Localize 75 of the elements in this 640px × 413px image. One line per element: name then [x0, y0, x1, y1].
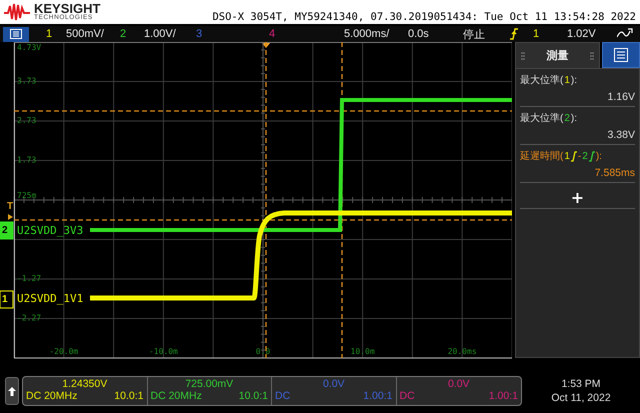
axis-label: 4.73V — [17, 43, 42, 52]
channel-coupling: DC — [400, 390, 415, 402]
axis-label: 2.73 — [17, 116, 36, 125]
axis-label: -20.0m — [49, 347, 78, 356]
measurement-label: ): — [570, 112, 578, 124]
measurement-label: ): — [570, 74, 578, 86]
cursor-line[interactable] — [265, 42, 267, 358]
channel-coupling: DC 20MHz — [26, 390, 78, 402]
channel-coupling: DC — [275, 390, 290, 402]
channel-info-panel[interactable]: 725.00mV DC 20MHz 10.0:1 — [148, 377, 272, 405]
axis-label: 725m — [17, 191, 36, 200]
axis-label: 3.73 — [17, 76, 36, 86]
menu-icon — [614, 48, 628, 62]
vertical-scale[interactable]: 500mV/ — [66, 28, 104, 40]
axis-label: 10.0m — [350, 347, 375, 356]
axis-label: 20.0ms — [448, 347, 477, 356]
instrument-title: DSO-X 3054T, MY59241340, 07.30.2019051434: Tue Oct 11 13:54:28 2022 — [212, 11, 636, 24]
channel-number: 2 — [582, 150, 588, 162]
expand-button[interactable] — [5, 377, 19, 405]
panel-title: 測量 — [546, 48, 568, 63]
probe-ratio: 1.00:1 — [363, 390, 392, 402]
channel-number: 1 — [564, 74, 570, 86]
channel-offset: 0.0V — [322, 378, 345, 390]
measurement-label: ): — [596, 150, 602, 162]
measurement-value: 7.585ms — [594, 167, 635, 179]
brand-name: KEYSIGHT — [34, 2, 100, 16]
wave-logo-icon — [4, 3, 30, 21]
axis-label: -2.27 — [17, 314, 42, 322]
trace-label: U2SVDD_1V1 — [17, 292, 84, 305]
measurement-value: 1.16V — [608, 91, 635, 103]
axis-label: -10.0m — [148, 347, 178, 356]
channel-number[interactable]: 1 — [46, 28, 52, 40]
channel-offset: 0.0V — [448, 378, 470, 390]
grip-icon — [590, 52, 594, 60]
up-arrow-icon — [8, 386, 16, 396]
menu-button[interactable] — [602, 42, 640, 68]
trigger-source[interactable]: 1 — [533, 28, 540, 40]
channel-marker[interactable]: 1 — [0, 290, 14, 308]
waveform-icon[interactable] — [617, 28, 633, 40]
run-status[interactable]: 停止 — [463, 26, 485, 42]
channel-coupling: DC 20MHz — [150, 390, 202, 402]
measurement-label: 延遲時間( — [520, 150, 564, 163]
channel-marker[interactable]: 2 — [0, 222, 14, 240]
channel-info-panel[interactable]: 1.24350V DC 20MHz 10.0:1 — [23, 377, 148, 405]
probe-ratio: 10.0:1 — [114, 390, 144, 402]
channel-number[interactable]: 4 — [269, 28, 276, 40]
axis-label: 1.73 — [17, 156, 36, 164]
channel-number[interactable]: 2 — [120, 28, 126, 40]
channel-offset: 1.24350V — [62, 378, 108, 390]
vertical-scale[interactable]: 1.00V/ — [144, 28, 176, 40]
panel-tab[interactable]: 測量 — [515, 42, 600, 68]
menu-icon — [10, 29, 22, 39]
grip-icon — [521, 52, 525, 60]
time-scale[interactable]: 5.000ms/ — [344, 28, 390, 40]
measurement-value: 3.38V — [608, 129, 635, 141]
channel-number: 2 — [564, 112, 570, 124]
time-delay[interactable]: 0.0s — [408, 28, 429, 40]
trigger-level[interactable]: 1.02V — [567, 28, 596, 40]
menu-button[interactable] — [3, 26, 29, 42]
rising-edge-icon — [510, 28, 518, 40]
probe-ratio: 1.00:1 — [488, 390, 518, 402]
clock-time: 1:53 PM — [561, 376, 601, 391]
cursor-line[interactable] — [14, 219, 512, 221]
measurement-label: 最大位準( — [520, 74, 564, 87]
channel-number: 1 — [564, 150, 570, 162]
channel-offset: 725.00mV — [185, 378, 234, 390]
channel-number[interactable]: 3 — [196, 28, 202, 40]
cursor-line[interactable] — [14, 110, 512, 112]
trace-label: U2SVDD_3V3 — [17, 224, 84, 237]
measurement-label: - — [578, 150, 582, 162]
probe-ratio: 10.0:1 — [238, 390, 268, 402]
measurement-label: 最大位準( — [520, 112, 564, 125]
clock-date: Oct 11, 2022 — [551, 391, 611, 406]
add-measurement-button[interactable]: + — [520, 187, 635, 209]
axis-label: -1.27 — [17, 274, 42, 283]
